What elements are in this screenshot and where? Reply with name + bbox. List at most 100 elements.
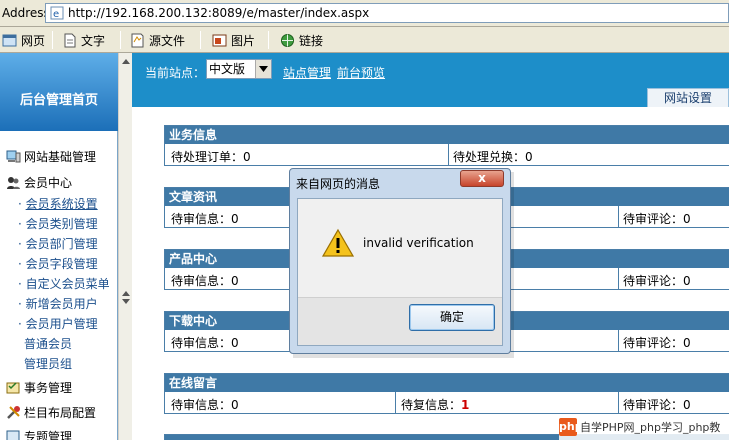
watermark-logo: php	[559, 418, 583, 436]
pending-info: 待审信息：0	[171, 398, 239, 412]
dialog-body: invalid verification 确定	[297, 198, 503, 346]
links-toolbar: 网页 文字 源文件 图片 链接	[0, 27, 729, 53]
sidebar-category-affairs[interactable]: 事务管理	[6, 379, 72, 396]
sidebar-item-add-member[interactable]: · 新增会员用户	[18, 295, 98, 312]
links-item-label: 源文件	[149, 33, 186, 48]
sidebar-item-label: 会员字段管理	[25, 257, 98, 271]
section-messages: 在线留言 待审信息：0 待复信息：1 待审评论：0	[164, 373, 729, 414]
sidebar-category-label: 专题管理	[24, 430, 73, 440]
cell-divider	[395, 392, 396, 413]
links-item-links[interactable]: 链接	[280, 30, 323, 50]
tab-site-settings[interactable]: 网站设置	[647, 88, 729, 107]
sidebar-item-member-departments[interactable]: · 会员部门管理	[18, 235, 98, 252]
sidebar-item-label: 普通会员	[24, 337, 73, 351]
section-title: 在线留言	[165, 374, 729, 392]
address-input[interactable]: e http://192.168.200.132:8089/e/master/i…	[45, 3, 729, 23]
chevron-down-icon[interactable]	[255, 60, 271, 78]
sidebar-title[interactable]: 后台管理首页	[0, 89, 118, 108]
pending-exchanges: 待处理兑换：0	[453, 150, 533, 164]
watermark: php 自学PHP网_php学习_php教	[559, 414, 729, 440]
sidebar-item-label: 会员系统设置	[25, 197, 98, 211]
sidebar-category-site-basics[interactable]: 网站基础管理	[6, 148, 96, 165]
links-item-label: 网页	[21, 33, 46, 48]
warning-icon	[322, 228, 354, 257]
address-url: http://192.168.200.132:8089/e/master/ind…	[68, 6, 370, 20]
toolbar-separator	[200, 31, 201, 49]
site-manage-link[interactable]: 站点管理	[283, 64, 331, 81]
current-site-label: 当前站点：	[145, 66, 206, 80]
pending-orders: 待处理订单：0	[171, 150, 251, 164]
sidebar-item-custom-menu[interactable]: · 自定义会员菜单	[18, 275, 110, 292]
sidebar-item-label: 会员部门管理	[25, 237, 98, 251]
table-row: 待处理订单：0 待处理兑换：0	[165, 144, 729, 165]
address-bar: Address: e http://192.168.200.132:8089/e…	[0, 0, 729, 27]
pending-info: 待审信息：0	[171, 274, 239, 288]
cell-divider	[618, 206, 619, 227]
sidebar-item-label: 新增会员用户	[25, 297, 98, 311]
sidebar-item-member-fields[interactable]: · 会员字段管理	[18, 255, 98, 272]
links-item-source[interactable]: 源文件	[130, 30, 185, 50]
cell-divider	[448, 144, 449, 165]
sidebar-category-label: 网站基础管理	[24, 150, 97, 164]
computer-icon	[6, 150, 21, 163]
links-item-text[interactable]: 文字	[62, 30, 105, 50]
sidebar-scrollbar[interactable]	[118, 53, 132, 440]
sidebar-category-member-center[interactable]: 会员中心	[6, 174, 72, 191]
links-item-label: 图片	[231, 33, 256, 48]
sidebar-item-member-users[interactable]: · 会员用户管理	[18, 315, 98, 332]
pending-comments: 待审评论：0	[623, 336, 691, 350]
links-item-webpage[interactable]: 网页	[2, 30, 45, 50]
links-item-image[interactable]: 图片	[212, 30, 255, 50]
globe-icon	[281, 33, 294, 47]
sidebar-header: 后台管理首页	[0, 53, 118, 131]
scroll-up-arrow-icon[interactable]	[122, 59, 130, 64]
pending-comments: 待审评论：0	[623, 398, 691, 412]
toolbar-separator	[268, 31, 269, 49]
source-file-icon	[131, 33, 144, 47]
watermark-text: 自学PHP网_php学习_php教	[580, 421, 721, 434]
cell-divider	[618, 268, 619, 289]
sidebar: 后台管理首页 网站基础管理 会员中心 · 会员系统设置 · 会员类别管理 · 会…	[0, 53, 118, 440]
users-icon	[7, 177, 20, 189]
ok-button[interactable]: 确定	[409, 304, 495, 331]
sidebar-item-admin-group[interactable]: 管理员组	[24, 355, 72, 372]
sidebar-item-normal-member[interactable]: 普通会员	[24, 335, 72, 352]
pending-comments: 待审评论：0	[623, 274, 691, 288]
sidebar-category-label: 事务管理	[24, 381, 73, 395]
site-select-value: 中文版	[209, 62, 246, 76]
section-title: 业务信息	[165, 126, 729, 144]
sidebar-item-label: 自定义会员菜单	[25, 277, 110, 291]
sidebar-category-topics[interactable]: 专题管理	[6, 428, 72, 440]
document-icon	[64, 33, 76, 47]
sidebar-category-layout[interactable]: 栏目布局配置	[6, 404, 96, 421]
image-icon	[212, 34, 227, 46]
toolbar-separator	[120, 31, 121, 49]
scroll-up-arrow-icon[interactable]	[122, 291, 130, 296]
dialog-title: 来自网页的消息	[296, 177, 381, 191]
toolbar-separator	[52, 31, 53, 49]
links-item-label: 链接	[299, 33, 324, 48]
tasks-icon	[6, 382, 20, 394]
dialog-message: invalid verification	[363, 236, 474, 250]
sidebar-item-member-types[interactable]: · 会员类别管理	[18, 215, 98, 232]
links-item-label: 文字	[81, 33, 106, 48]
tools-icon	[7, 406, 20, 419]
scroll-down-arrow-icon[interactable]	[122, 299, 130, 304]
sidebar-category-label: 会员中心	[24, 176, 73, 190]
cell-divider	[618, 330, 619, 351]
pending-comments: 待审评论：0	[623, 212, 691, 226]
close-button[interactable]: x	[460, 170, 504, 187]
preview-link[interactable]: 前台预览	[337, 64, 385, 81]
svg-text:e: e	[53, 9, 59, 20]
topic-icon	[6, 430, 20, 440]
table-row: 待审信息：0 待复信息：1 待审评论：0	[165, 392, 729, 413]
message-dialog: 来自网页的消息 x invalid verification 确定	[289, 168, 511, 354]
pending-info: 待审信息：0	[171, 336, 239, 350]
sidebar-item-label: 会员用户管理	[25, 317, 98, 331]
webpage-icon	[2, 34, 17, 46]
sidebar-item-member-settings[interactable]: · 会员系统设置	[18, 195, 98, 212]
ie-page-icon: e	[50, 6, 64, 20]
cell-divider	[618, 392, 619, 413]
pending-replies-label: 待复信息：	[401, 398, 462, 412]
site-select[interactable]: 中文版	[206, 59, 272, 79]
